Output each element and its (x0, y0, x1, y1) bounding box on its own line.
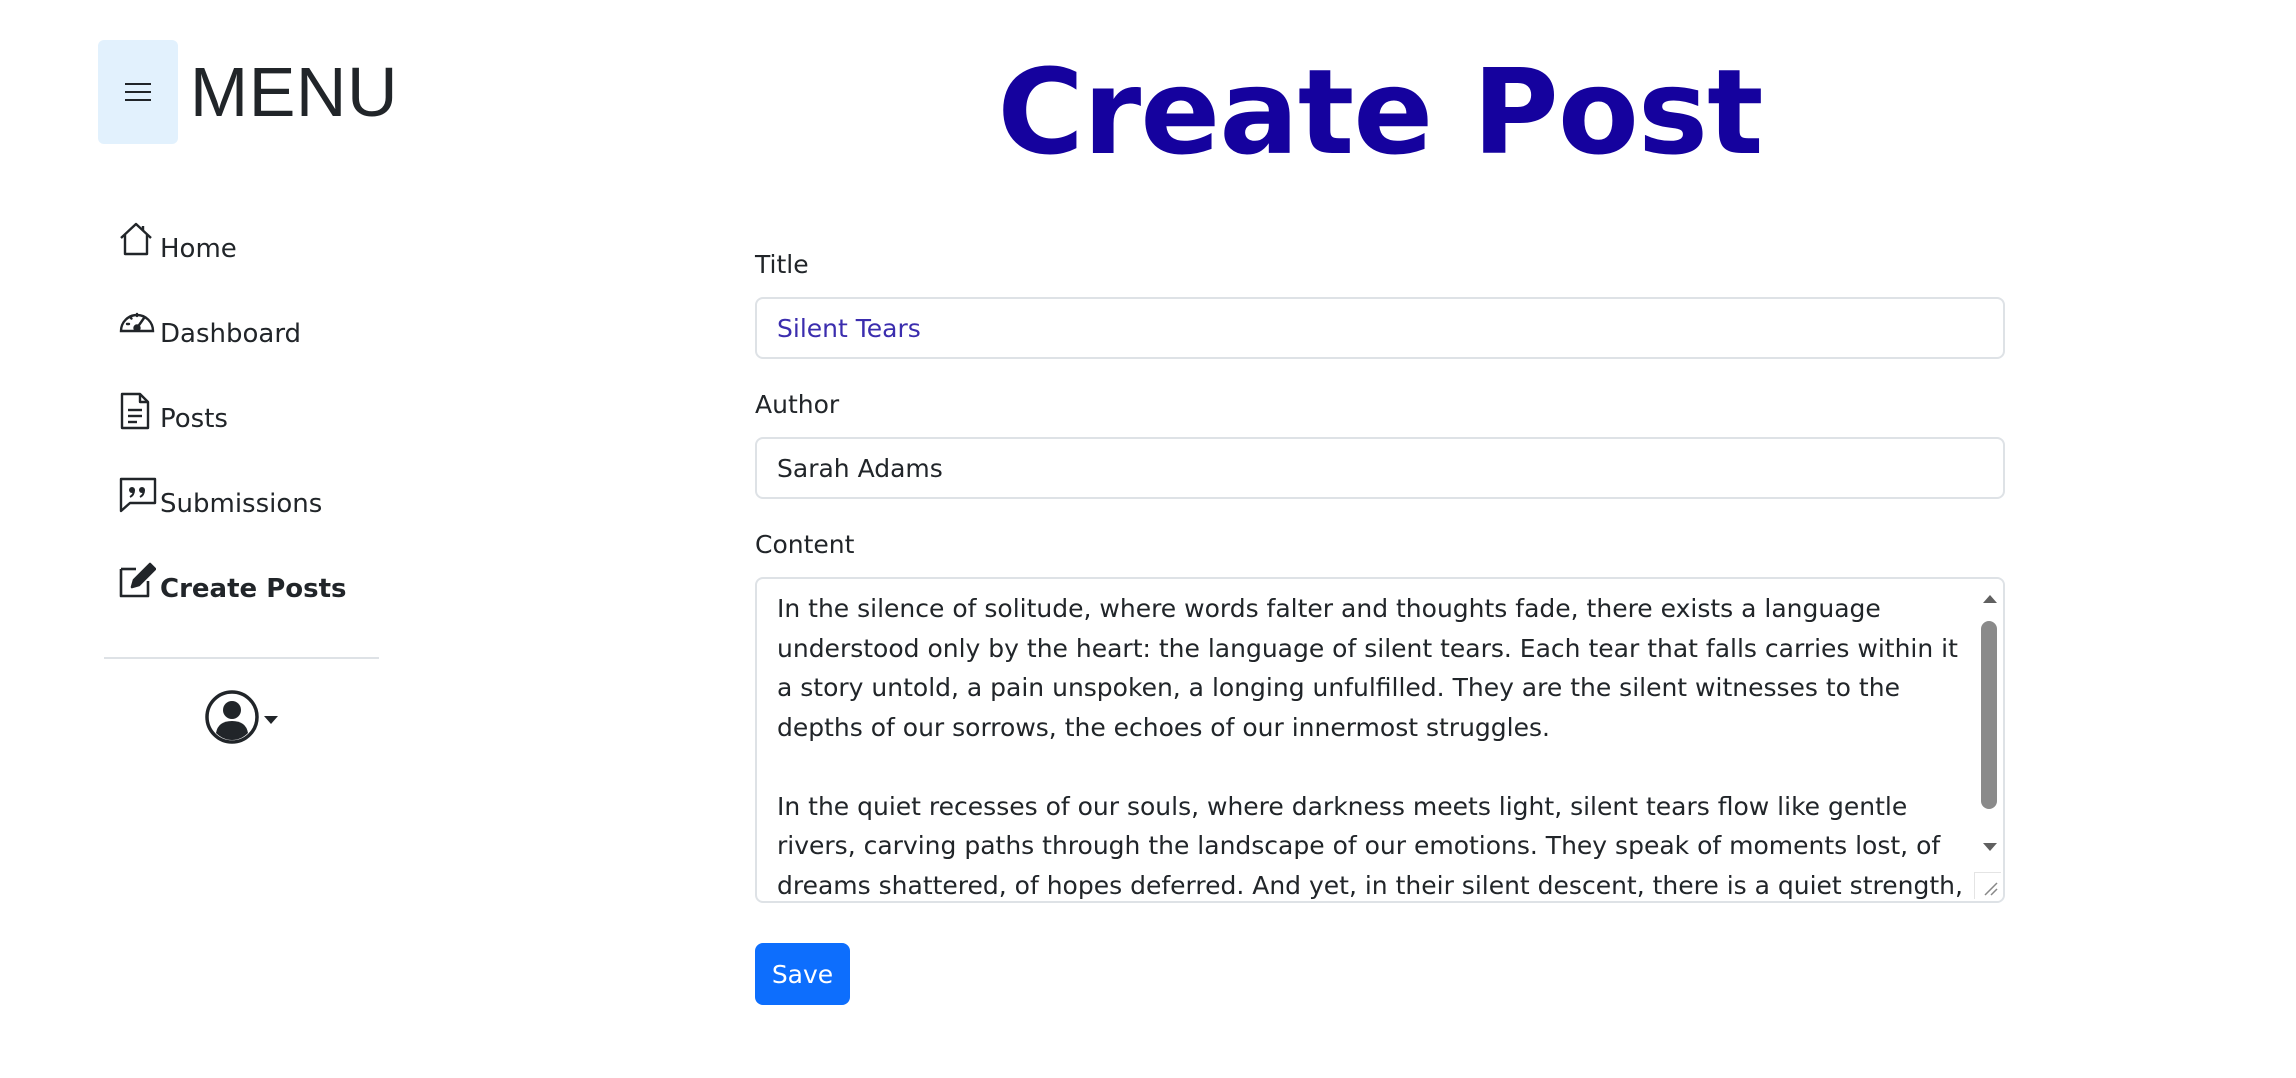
sidebar-item-submissions[interactable]: Submissions (118, 461, 398, 546)
resize-handle-icon[interactable] (1974, 872, 2001, 899)
edit-icon (118, 561, 158, 601)
scroll-down-icon[interactable] (1983, 843, 1997, 851)
sidebar-item-home[interactable]: Home (118, 206, 398, 291)
chat-quote-icon (118, 476, 158, 516)
menu-title: MENU (189, 53, 398, 131)
sidebar-item-posts[interactable]: Posts (118, 376, 398, 461)
sidebar: MENU Home Dashboard Posts Submissions Cr… (98, 40, 398, 745)
chevron-down-icon (264, 716, 278, 724)
sidebar-nav: Home Dashboard Posts Submissions Create … (118, 206, 398, 631)
page-title: Create Post (997, 43, 1763, 181)
save-button[interactable]: Save (755, 943, 850, 1005)
home-icon (118, 221, 158, 261)
author-input[interactable] (755, 437, 2005, 499)
sidebar-divider (104, 657, 379, 659)
title-label: Title (755, 250, 809, 279)
user-circle-icon (205, 690, 259, 744)
content-textarea[interactable]: In the silence of solitude, where words … (755, 577, 2005, 903)
sidebar-item-label: Submissions (160, 488, 323, 519)
content-text: In the silence of solitude, where words … (777, 594, 1963, 900)
speedometer-icon (118, 306, 158, 346)
sidebar-item-dashboard[interactable]: Dashboard (118, 291, 398, 376)
author-label: Author (755, 390, 840, 419)
sidebar-item-label: Dashboard (160, 318, 302, 349)
scroll-thumb[interactable] (1981, 621, 1997, 809)
sidebar-item-create-posts[interactable]: Create Posts (118, 546, 398, 631)
title-input[interactable] (755, 297, 2005, 359)
menu-toggle-button[interactable] (98, 40, 178, 144)
content-scrollbar[interactable] (1975, 579, 2003, 901)
content-label: Content (755, 530, 855, 559)
sidebar-item-label: Create Posts (160, 573, 347, 604)
hamburger-icon (124, 83, 151, 101)
profile-dropdown[interactable] (204, 689, 398, 745)
sidebar-item-label: Home (160, 233, 237, 264)
menu-header: MENU (98, 40, 398, 144)
create-post-form: Title Author Content In the silence of s… (755, 245, 2005, 1005)
scroll-up-icon[interactable] (1983, 595, 1997, 603)
sidebar-item-label: Posts (160, 403, 228, 434)
document-icon (118, 391, 158, 431)
